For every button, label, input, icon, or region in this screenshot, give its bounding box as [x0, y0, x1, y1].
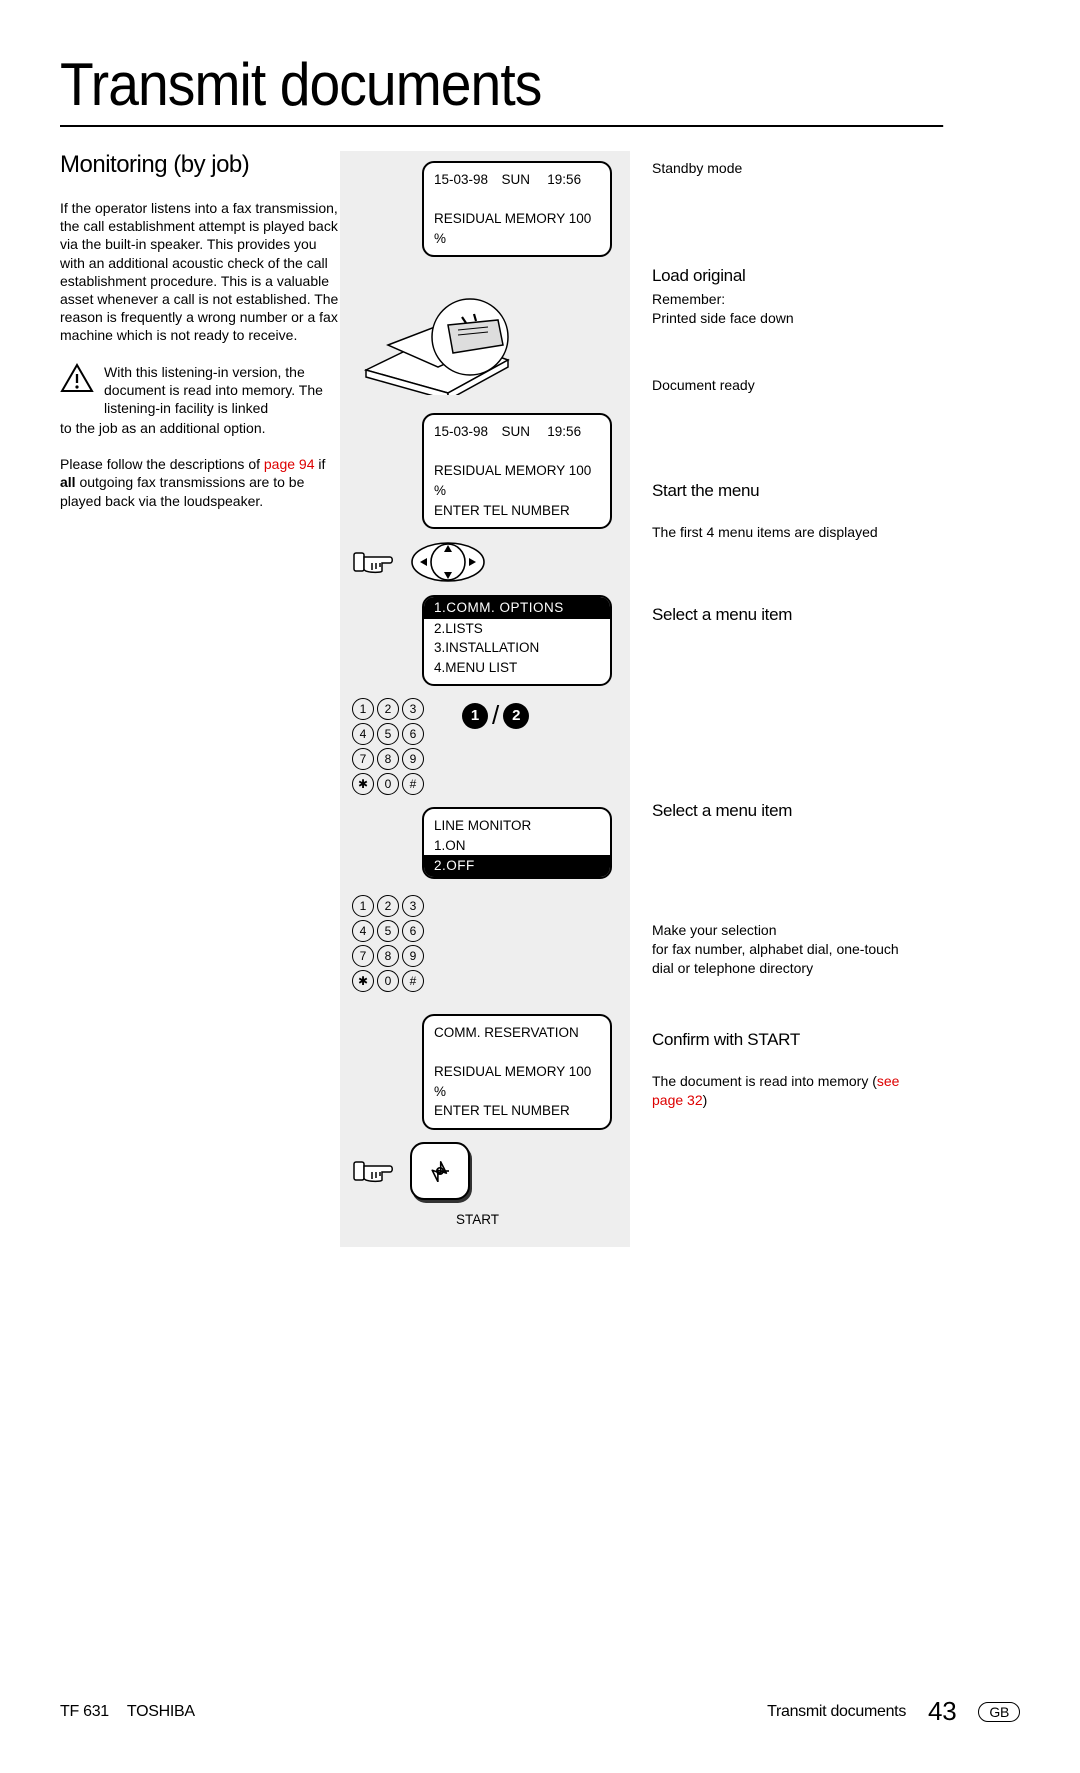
- lcd-line: COMM. RESERVATION: [434, 1023, 600, 1043]
- lcd-screen-4: LINE MONITOR 1.ON 2.OFF: [422, 807, 612, 879]
- step-make-selection: Make your selection: [652, 921, 910, 940]
- step-document-ready: Document ready: [652, 376, 910, 395]
- key[interactable]: 7: [352, 945, 374, 967]
- step-select-1: Select a menu item: [652, 605, 910, 625]
- warning-block: With this listening-in version, the docu…: [60, 363, 340, 418]
- lcd-line: 1.ON: [434, 836, 600, 856]
- lcd-screen-1: 15-03-98 SUN 19:56 RESIDUAL MEMORY 100 %: [422, 161, 612, 257]
- key[interactable]: ✱: [352, 970, 374, 992]
- subtitle: Monitoring (by job): [60, 151, 340, 179]
- text: if: [315, 456, 326, 472]
- key[interactable]: 9: [402, 945, 424, 967]
- lcd-screen-3: 1.COMM. OPTIONS 2.LISTS 3.INSTALLATION 4…: [422, 595, 612, 686]
- page-link-94[interactable]: page 94: [264, 456, 315, 472]
- pointing-hand-icon: [352, 1156, 396, 1186]
- fax-machine-illustration: [358, 275, 538, 395]
- pointing-hand-icon: [352, 547, 396, 577]
- key[interactable]: 9: [402, 748, 424, 770]
- lcd-line: LINE MONITOR: [434, 816, 600, 836]
- key[interactable]: #: [402, 773, 424, 795]
- start-button[interactable]: [410, 1142, 470, 1200]
- key[interactable]: 7: [352, 748, 374, 770]
- key[interactable]: 5: [377, 723, 399, 745]
- lcd-line: 4.MENU LIST: [434, 658, 600, 678]
- num-circle-2: 2: [503, 703, 529, 729]
- lcd-line: ENTER TEL NUMBER: [434, 1101, 600, 1121]
- warning-continued: to the job as an additional option.: [60, 419, 340, 437]
- step-select-2: Select a menu item: [652, 801, 910, 821]
- page-number: 43: [928, 1696, 956, 1727]
- warning-icon: [60, 363, 94, 393]
- key[interactable]: #: [402, 970, 424, 992]
- start-label: START: [456, 1212, 618, 1227]
- text: outgoing fax transmissions are to be pla…: [60, 474, 304, 508]
- lcd-highlighted-line: 2.OFF: [424, 855, 610, 877]
- slash: /: [492, 700, 499, 731]
- key[interactable]: 6: [402, 920, 424, 942]
- step-standby: Standby mode: [652, 159, 910, 178]
- intro-paragraph: If the operator listens into a fax trans…: [60, 199, 340, 345]
- warning-text: With this listening-in version, the docu…: [104, 363, 340, 418]
- lcd-line: RESIDUAL MEMORY 100 %: [434, 209, 600, 248]
- step-printed-side: Printed side face down: [652, 309, 910, 328]
- step-read-memory: The document is read into memory (see pa…: [652, 1072, 910, 1110]
- key[interactable]: 6: [402, 723, 424, 745]
- lcd-screen-5: COMM. RESERVATION RESIDUAL MEMORY 100 % …: [422, 1014, 612, 1130]
- footer: TF 631 TOSHIBA Transmit documents 43 GB: [60, 1696, 1020, 1727]
- key[interactable]: 8: [377, 748, 399, 770]
- step-dial-options: for fax number, alphabet dial, one-touch…: [652, 940, 910, 978]
- key[interactable]: 3: [402, 895, 424, 917]
- key[interactable]: 2: [377, 698, 399, 720]
- step-load-original: Load original: [652, 266, 910, 286]
- page-title: Transmit documents: [60, 50, 943, 127]
- key[interactable]: 1: [352, 698, 374, 720]
- lcd-screen-2: 15-03-98 SUN 19:56 RESIDUAL MEMORY 100 %…: [422, 413, 612, 529]
- text: The document is read into memory (: [652, 1073, 877, 1089]
- key[interactable]: ✱: [352, 773, 374, 795]
- right-column: Standby mode Load original Remember: Pri…: [630, 151, 910, 1247]
- key[interactable]: 3: [402, 698, 424, 720]
- lcd-line: RESIDUAL MEMORY 100 %: [434, 461, 600, 500]
- lcd-line: 15-03-98 SUN 19:56: [434, 422, 600, 442]
- dpad-icon: [410, 541, 486, 583]
- follow-paragraph: Please follow the descriptions of page 9…: [60, 455, 340, 510]
- lcd-line: 3.INSTALLATION: [434, 638, 600, 658]
- left-column: Monitoring (by job) If the operator list…: [60, 151, 340, 1247]
- select-numbers: 1 / 2: [462, 700, 529, 731]
- keypad-2: 1 2 3 4 5 6 7 8 9 ✱ 0 #: [352, 895, 424, 992]
- start-icon: [429, 1160, 451, 1182]
- num-circle-1: 1: [462, 703, 488, 729]
- key[interactable]: 2: [377, 895, 399, 917]
- emphasis-all: all: [60, 474, 76, 490]
- lcd-line: ENTER TEL NUMBER: [434, 501, 600, 521]
- key[interactable]: 1: [352, 895, 374, 917]
- lcd-highlighted-line: 1.COMM. OPTIONS: [424, 597, 610, 619]
- model-number: TF 631: [60, 1703, 109, 1721]
- step-confirm-start: Confirm with START: [652, 1030, 910, 1050]
- middle-column: 15-03-98 SUN 19:56 RESIDUAL MEMORY 100 %: [340, 151, 630, 1247]
- lcd-line: RESIDUAL MEMORY 100 %: [434, 1062, 600, 1101]
- key[interactable]: 4: [352, 920, 374, 942]
- step-first4: The first 4 menu items are displayed: [652, 523, 910, 542]
- brand-name: TOSHIBA: [127, 1703, 195, 1721]
- key[interactable]: 8: [377, 945, 399, 967]
- text: Please follow the descriptions of: [60, 456, 264, 472]
- lcd-line: 2.LISTS: [434, 619, 600, 639]
- key[interactable]: 4: [352, 723, 374, 745]
- language-badge: GB: [978, 1702, 1020, 1722]
- key[interactable]: 5: [377, 920, 399, 942]
- key[interactable]: 0: [377, 970, 399, 992]
- step-remember: Remember:: [652, 290, 910, 309]
- keypad-1: 1 2 3 4 5 6 7 8 9 ✱ 0 #: [352, 698, 424, 795]
- lcd-line: 15-03-98 SUN 19:56: [434, 170, 600, 190]
- footer-section: Transmit documents: [767, 1703, 906, 1721]
- key[interactable]: 0: [377, 773, 399, 795]
- text: ): [703, 1092, 708, 1108]
- step-start-menu: Start the menu: [652, 481, 910, 501]
